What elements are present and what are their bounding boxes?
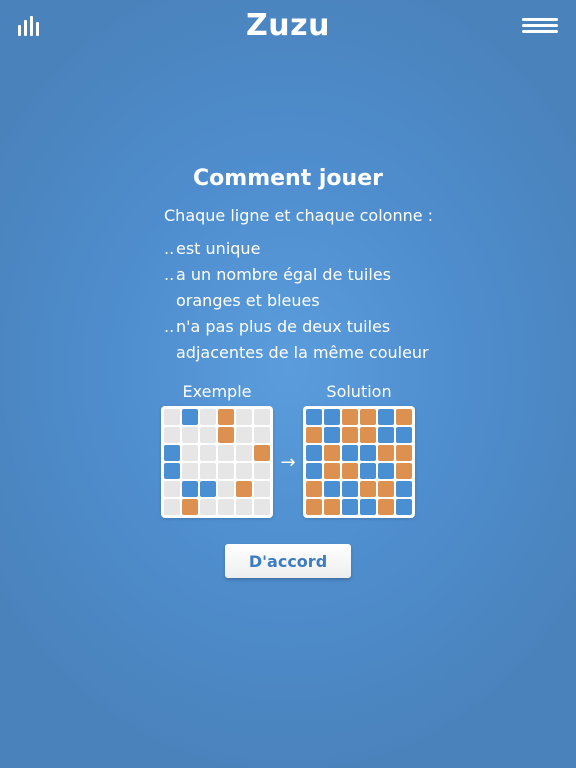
empty-tile	[218, 445, 234, 461]
solution-label: Solution	[326, 382, 392, 401]
hamburger-menu-icon[interactable]	[522, 18, 558, 34]
rule-text: a un nombre égal de tuiles oranges et bl…	[176, 265, 391, 310]
orange-tile	[182, 499, 198, 515]
empty-tile	[164, 427, 180, 443]
rule-bullet: ..	[164, 265, 175, 284]
solution-grid	[303, 406, 415, 518]
rule-bullet: ..	[164, 239, 175, 258]
blue-tile	[396, 427, 412, 443]
empty-tile	[254, 463, 270, 479]
empty-tile	[164, 481, 180, 497]
blue-tile	[306, 409, 322, 425]
blue-tile	[396, 499, 412, 515]
empty-tile	[200, 463, 216, 479]
orange-tile	[254, 445, 270, 461]
empty-tile	[236, 499, 252, 515]
orange-tile	[306, 499, 322, 515]
orange-tile	[342, 463, 358, 479]
dialog-title: Comment jouer	[193, 166, 383, 191]
empty-tile	[182, 445, 198, 461]
orange-tile	[396, 463, 412, 479]
blue-tile	[360, 499, 376, 515]
blue-tile	[306, 463, 322, 479]
orange-tile	[378, 445, 394, 461]
orange-tile	[236, 481, 252, 497]
orange-tile	[360, 481, 376, 497]
empty-tile	[254, 481, 270, 497]
empty-tile	[200, 409, 216, 425]
rule-text: est unique	[176, 239, 261, 258]
empty-tile	[236, 427, 252, 443]
blue-tile	[378, 463, 394, 479]
empty-tile	[200, 445, 216, 461]
empty-tile	[182, 427, 198, 443]
orange-tile	[218, 409, 234, 425]
ok-button[interactable]: D'accord	[225, 544, 351, 578]
orange-tile	[360, 409, 376, 425]
example-grid	[161, 406, 273, 518]
empty-tile	[182, 463, 198, 479]
blue-tile	[342, 481, 358, 497]
orange-tile	[324, 499, 340, 515]
orange-tile	[324, 463, 340, 479]
empty-tile	[254, 499, 270, 515]
rule-item: .. est unique	[164, 236, 429, 262]
empty-tile	[236, 445, 252, 461]
empty-tile	[236, 409, 252, 425]
blue-tile	[360, 445, 376, 461]
rule-item: .. n'a pas plus de deux tuiles adjacente…	[164, 314, 429, 366]
rule-bullet: ..	[164, 317, 175, 336]
blue-tile	[324, 427, 340, 443]
blue-tile	[164, 463, 180, 479]
blue-tile	[306, 445, 322, 461]
empty-tile	[254, 427, 270, 443]
blue-tile	[200, 481, 216, 497]
blue-tile	[164, 445, 180, 461]
orange-tile	[378, 499, 394, 515]
orange-tile	[396, 409, 412, 425]
empty-tile	[218, 499, 234, 515]
example-label: Exemple	[182, 382, 252, 401]
empty-tile	[200, 427, 216, 443]
empty-tile	[218, 463, 234, 479]
orange-tile	[378, 481, 394, 497]
arrow-icon: →	[280, 452, 296, 473]
orange-tile	[306, 481, 322, 497]
empty-tile	[254, 409, 270, 425]
empty-tile	[200, 499, 216, 515]
blue-tile	[324, 481, 340, 497]
blue-tile	[182, 481, 198, 497]
blue-tile	[378, 409, 394, 425]
orange-tile	[396, 445, 412, 461]
empty-tile	[164, 499, 180, 515]
empty-tile	[164, 409, 180, 425]
orange-tile	[306, 427, 322, 443]
blue-tile	[342, 499, 358, 515]
blue-tile	[378, 427, 394, 443]
blue-tile	[324, 409, 340, 425]
orange-tile	[324, 445, 340, 461]
orange-tile	[360, 427, 376, 443]
orange-tile	[342, 409, 358, 425]
app-title: Zuzu	[246, 8, 330, 43]
blue-tile	[360, 463, 376, 479]
rule-text: n'a pas plus de deux tuiles adjacentes d…	[176, 317, 429, 362]
orange-tile	[342, 427, 358, 443]
blue-tile	[342, 445, 358, 461]
rule-item: .. a un nombre égal de tuiles oranges et…	[164, 262, 429, 314]
blue-tile	[396, 481, 412, 497]
rules-intro: Chaque ligne et chaque colonne :	[164, 206, 434, 225]
empty-tile	[218, 481, 234, 497]
blue-tile	[182, 409, 198, 425]
orange-tile	[218, 427, 234, 443]
empty-tile	[236, 463, 252, 479]
rules-list: .. est unique .. a un nombre égal de tui…	[164, 236, 429, 366]
